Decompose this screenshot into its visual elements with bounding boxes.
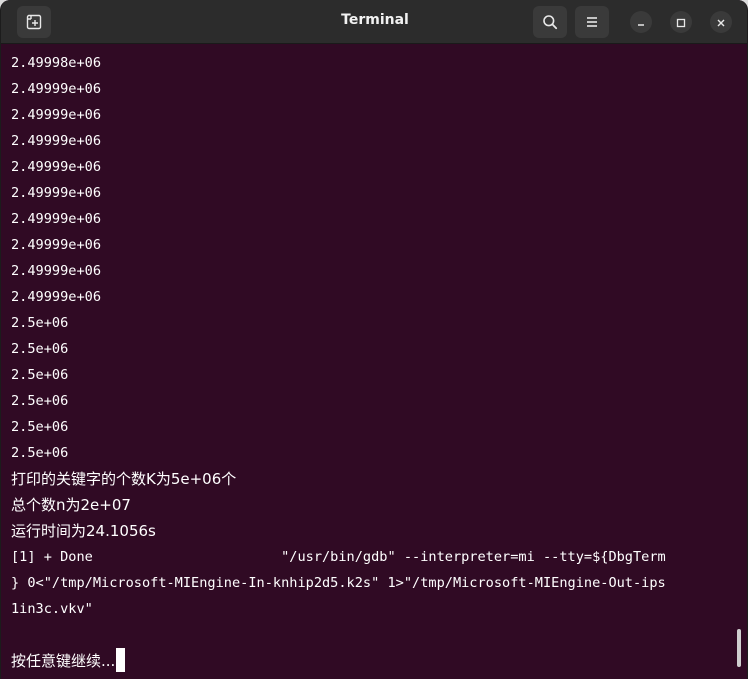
- terminal-line: 2.5e+06: [11, 393, 69, 409]
- terminal-line: 2.49999e+06: [11, 263, 102, 279]
- terminal-lines: 2.49998e+06 2.49999e+06 2.49999e+06 2.49…: [11, 50, 733, 674]
- terminal-line: 2.49999e+06: [11, 185, 102, 201]
- terminal-line: 2.49999e+06: [11, 81, 102, 97]
- terminal-line: 2.49999e+06: [11, 133, 102, 149]
- terminal-line: 2.49999e+06: [11, 289, 102, 305]
- search-button[interactable]: [533, 6, 567, 38]
- terminal-prompt-line: 按任意键继续...: [11, 648, 733, 674]
- terminal-line: 2.5e+06: [11, 315, 69, 331]
- search-icon: [542, 14, 558, 30]
- terminal-line: } 0<"/tmp/Microsoft-MIEngine-In-knhip2d5…: [11, 575, 666, 591]
- terminal-line: 1in3c.vkv": [11, 601, 93, 617]
- maximize-button[interactable]: [670, 11, 692, 33]
- terminal-line: 运行时间为24.1056s: [11, 522, 156, 540]
- terminal-line: 2.5e+06: [11, 445, 69, 461]
- terminal-line: 2.49998e+06: [11, 55, 102, 71]
- press-any-key-prompt: 按任意键继续...: [11, 652, 116, 670]
- terminal-line: [1] + Done "/usr/bin/gdb" --interpreter=…: [11, 549, 666, 565]
- terminal-window: Terminal 2.49998e+06 2.49999e+06 2.49999…: [0, 0, 748, 679]
- close-button[interactable]: [710, 11, 732, 33]
- terminal-line: 2.49999e+06: [11, 211, 102, 227]
- new-tab-icon: [26, 14, 42, 30]
- minimize-icon: [636, 13, 646, 32]
- terminal-line: 打印的关键字的个数K为5e+06个: [11, 470, 237, 488]
- terminal-line: 2.49999e+06: [11, 237, 102, 253]
- close-icon: [716, 13, 726, 32]
- title-bar[interactable]: Terminal: [1, 0, 747, 44]
- terminal-line: 2.5e+06: [11, 367, 69, 383]
- terminal-line: 2.5e+06: [11, 419, 69, 435]
- terminal-line: 2.49999e+06: [11, 107, 102, 123]
- terminal-line: 总个数n为2e+07: [11, 496, 131, 514]
- minimize-button[interactable]: [630, 11, 652, 33]
- menu-button[interactable]: [575, 6, 609, 38]
- terminal-line: 2.49999e+06: [11, 159, 102, 175]
- new-tab-button[interactable]: [17, 6, 51, 38]
- scrollbar[interactable]: [737, 629, 741, 667]
- terminal-line: 2.5e+06: [11, 341, 69, 357]
- maximize-icon: [676, 13, 686, 32]
- terminal-output[interactable]: 2.49998e+06 2.49999e+06 2.49999e+06 2.49…: [1, 45, 747, 679]
- text-cursor: [116, 648, 126, 672]
- hamburger-menu-icon: [585, 15, 599, 29]
